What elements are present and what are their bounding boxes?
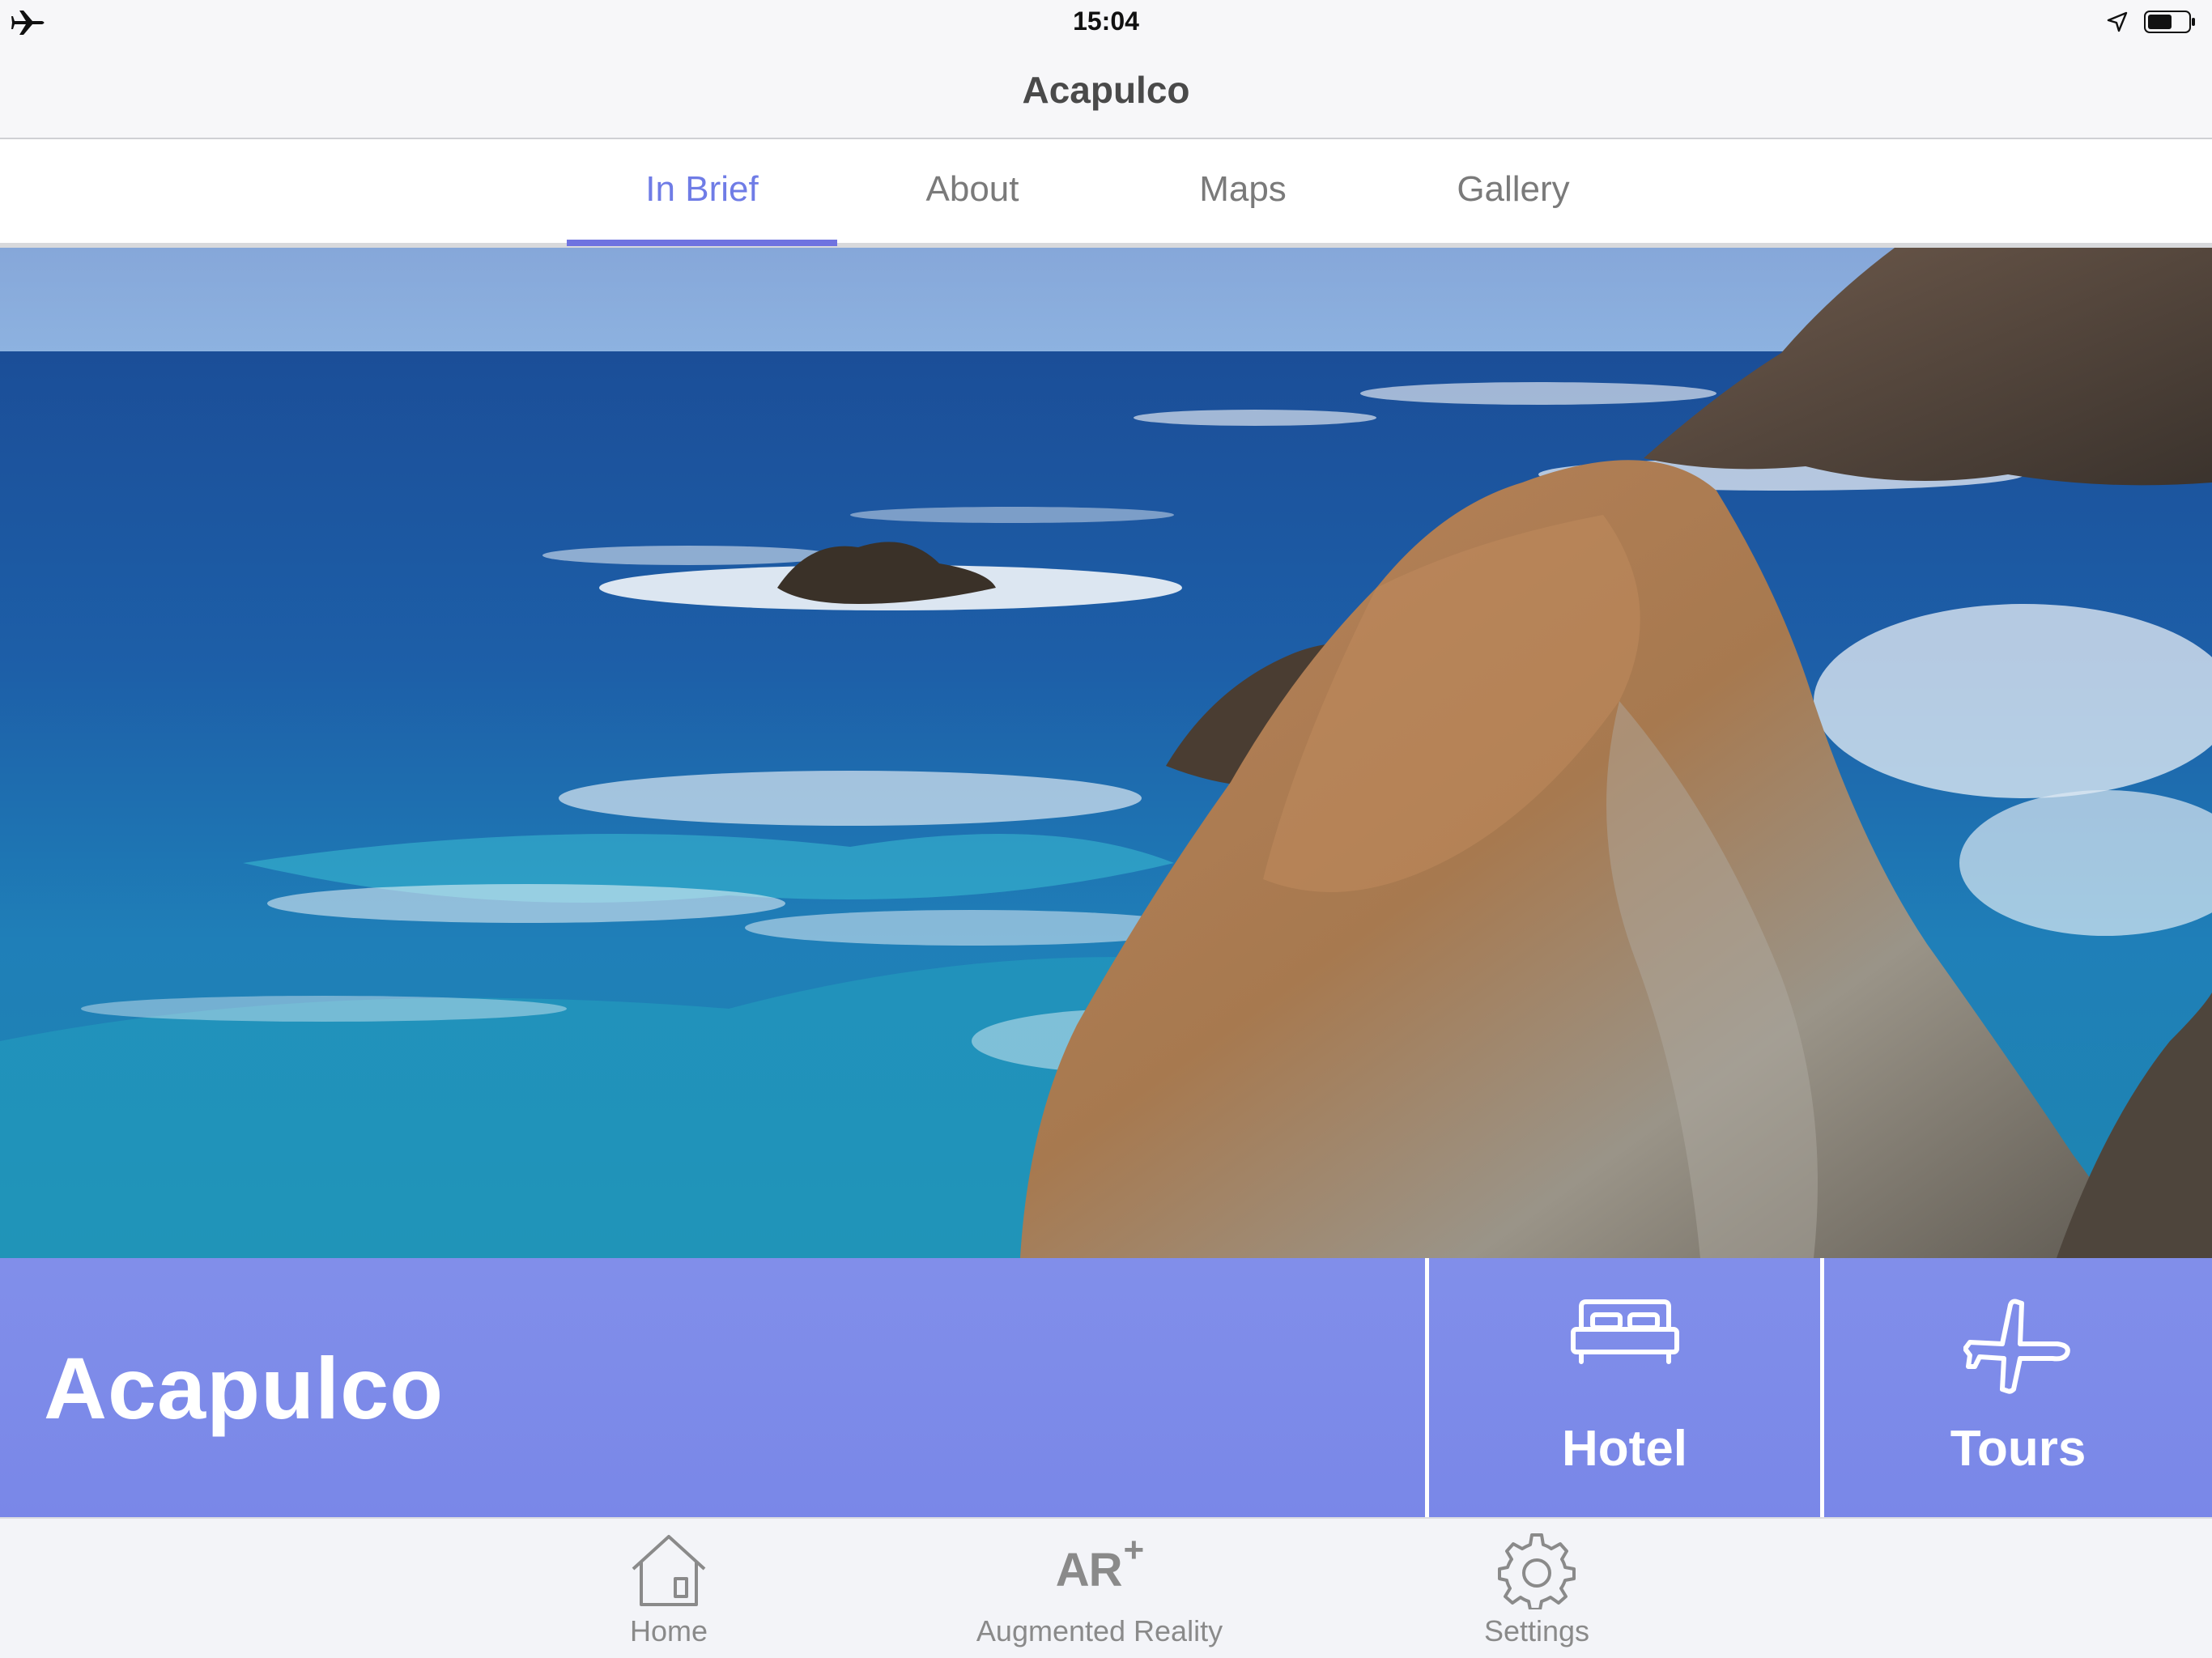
navigation-bar: Acapulco: [0, 44, 2212, 139]
coastline-photo: [0, 248, 2212, 1258]
page-title: Acapulco: [1022, 69, 1190, 111]
gear-icon: [1498, 1533, 1576, 1609]
tabbar-home-label: Home: [629, 1614, 708, 1647]
tab-gallery[interactable]: Gallery: [1378, 139, 1648, 248]
bottom-tab-bar: Home AR+ Augmented Reality Settings: [0, 1517, 2212, 1658]
battery-icon: [2144, 11, 2195, 33]
hotel-button[interactable]: Hotel: [1429, 1258, 1820, 1517]
tabbar-settings[interactable]: Settings: [1367, 1519, 1707, 1658]
active-tab-indicator: [567, 240, 837, 246]
tabbar-ar-label: Augmented Reality: [976, 1614, 1223, 1647]
destination-banner: Acapulco Hotel Tours: [0, 1258, 2212, 1517]
tabbar-augmented-reality[interactable]: AR+ Augmented Reality: [929, 1519, 1270, 1658]
tours-label: Tours: [1950, 1421, 2087, 1477]
location-arrow-icon: [2107, 11, 2128, 32]
banner-title: Acapulco: [44, 1339, 445, 1437]
tab-in-brief[interactable]: In Brief: [567, 139, 837, 248]
tabbar-home[interactable]: Home: [499, 1519, 839, 1658]
section-tabs: In Brief About Maps Gallery: [0, 139, 2212, 248]
bed-icon: [1571, 1299, 1679, 1364]
tours-button[interactable]: Tours: [1824, 1258, 2212, 1517]
home-icon: [632, 1535, 706, 1606]
ar-icon: AR+: [1055, 1530, 1144, 1596]
tab-about[interactable]: About: [837, 139, 1108, 248]
airplane-icon: [1963, 1299, 2070, 1394]
tab-maps[interactable]: Maps: [1108, 139, 1378, 248]
tabbar-settings-label: Settings: [1483, 1614, 1590, 1647]
hero-image: [0, 248, 2212, 1258]
hotel-label: Hotel: [1562, 1421, 1687, 1477]
status-bar: 15:04: [0, 0, 2212, 44]
status-time: 15:04: [1073, 6, 1139, 36]
